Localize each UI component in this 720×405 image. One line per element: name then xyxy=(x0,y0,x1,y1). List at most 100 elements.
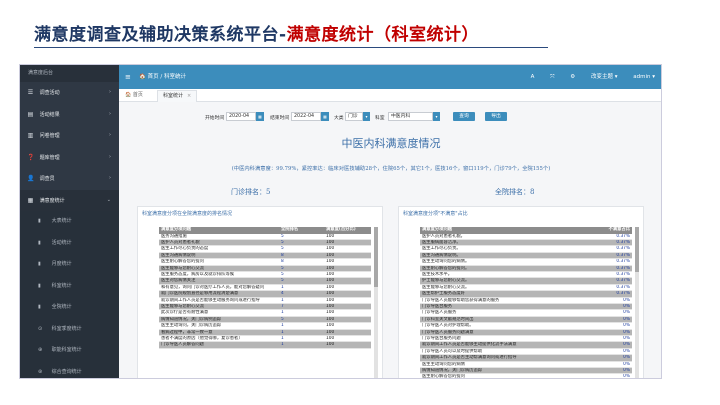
sidebar-subitem[interactable]: ▮ 全院统计 xyxy=(20,297,119,319)
menu-toggle-icon[interactable]: ≡ xyxy=(125,65,131,89)
sidebar-item-label: 题库管理 xyxy=(39,154,60,161)
sidebar-item-label: 调查活动 xyxy=(39,90,60,96)
sidebar-subitem-icon: ▮ xyxy=(38,261,41,267)
right-dissatisfaction-panel: 科室满意度分项"不满意"占比 满意度分项问题 不满意占比 医护人员对患者礼貌。 … xyxy=(398,206,644,378)
sidebar-subitem-label: 综合查询统计 xyxy=(51,368,82,375)
sidebar-item[interactable]: ▤ 活动结果 › xyxy=(20,104,119,126)
sidebar-subitem[interactable]: ▮ 活动统计 xyxy=(20,232,119,254)
sidebar-subitem-label: 活动统计 xyxy=(51,239,72,246)
sidebar: 满意度后台 ☰ 调查活动 › ▤ 活动结果 › ▥ 问卷管理 › ❓ 题库管理 … xyxy=(20,65,119,378)
type-select[interactable]: 门诊 xyxy=(345,112,363,121)
sidebar-subitem[interactable]: ⊙ 科室季度统计 xyxy=(20,318,119,340)
start-time-input[interactable]: 2020-04 xyxy=(226,112,256,121)
filter-bar: 开始时间 2020-04 ▦ 结束时间 2022-04 ▦ 大类 门诊 ▾ 科室… xyxy=(119,112,661,124)
scrollbar-thumb[interactable] xyxy=(635,227,639,272)
tab-home[interactable]: 🏠 首页 xyxy=(125,89,143,102)
tab-label: 科室统计 xyxy=(163,93,184,99)
fullscreen-icon[interactable]: ⤧ xyxy=(550,74,554,80)
sidebar-subitem-label: 全院统计 xyxy=(51,304,72,310)
query-button[interactable]: 查询 xyxy=(453,112,475,121)
sidebar-subitem-label: 大表统计 xyxy=(51,218,72,224)
sidebar-item[interactable]: ☰ 调查活动 › xyxy=(20,82,119,104)
question-cell: 医生耐心解答您的提问 xyxy=(420,373,570,378)
sidebar-item-icon: ▤ xyxy=(27,110,34,118)
topbar-icons: A ⤧ ⚙ 改变主题 ▾ admin ▾ xyxy=(517,65,655,89)
sidebar-item[interactable]: 👤 调查员 › xyxy=(20,168,119,190)
sidebar-item-icon: ❓ xyxy=(27,153,35,161)
sidebar-item[interactable]: ▦ 满意度统计 ⌄ xyxy=(20,189,119,211)
question-cell: 门诊导医人员解答问题 xyxy=(159,341,279,349)
table-row: 门诊导医人员解答问题 1 100 xyxy=(159,341,371,349)
sidebar-item-icon: ▥ xyxy=(27,132,34,139)
hospital-rank: 全院排名：8 xyxy=(495,188,535,196)
report-title: 中医内科满意度情况 xyxy=(341,137,441,150)
font-size-icon[interactable]: A xyxy=(531,74,535,80)
close-icon[interactable]: × xyxy=(187,93,191,99)
sidebar-subitem-icon: ⊕ xyxy=(38,347,43,353)
slide: 满意度调查及辅助决策系统平台-满意度统计（科室统计） 满意度后台 ☰ 调查活动 … xyxy=(0,0,720,405)
sidebar-subitem-icon: ⊙ xyxy=(38,325,43,332)
left-rank-panel: 科室满意度分项在全院满意度的排名情况 满意度分项问题 全院排名 满意度(百分比)… xyxy=(137,206,383,378)
sidebar-subitem[interactable]: ▮ 月度统计 xyxy=(20,254,119,276)
end-time-label: 结束时间 xyxy=(270,116,290,121)
sidebar-subitem-icon: ▮ xyxy=(38,239,41,246)
theme-button[interactable]: 改变主题 ▾ xyxy=(591,74,618,80)
report-summary: (中医内科满意度：99.79%，紧控率达：临床对医技辅助28个，住院65个，其它… xyxy=(231,166,551,172)
sidebar-item-label: 活动结果 xyxy=(39,111,60,118)
calendar-icon[interactable]: ▦ xyxy=(256,112,264,121)
panel-title: 科室满意度分项"不满意"占比 xyxy=(403,211,468,217)
sidebar-logo: 满意度后台 xyxy=(20,65,119,82)
panel-title: 科室满意度分项在全院满意度的排名情况 xyxy=(142,211,233,217)
dept-label: 科室 xyxy=(375,116,385,121)
scrollbar[interactable] xyxy=(374,227,378,378)
chevron-down-icon[interactable]: ▾ xyxy=(433,112,440,121)
sidebar-item-label: 问卷管理 xyxy=(39,133,60,139)
sidebar-subitem-label: 职能科室统计 xyxy=(51,347,82,353)
content: 开始时间 2020-04 ▦ 结束时间 2022-04 ▦ 大类 门诊 ▾ 科室… xyxy=(119,102,661,378)
sidebar-item-icon: 👤 xyxy=(27,175,35,182)
settings-icon[interactable]: ⚙ xyxy=(570,74,575,80)
chevron-icon: ⌄ xyxy=(106,196,111,203)
tab-bar: 🏠 首页 科室统计 × xyxy=(119,89,661,102)
sidebar-item-label: 调查员 xyxy=(39,176,55,182)
sidebar-item-label: 满意度统计 xyxy=(39,197,65,204)
export-button[interactable]: 导出 xyxy=(485,112,507,121)
slide-title: 满意度调查及辅助决策系统平台-满意度统计（科室统计） xyxy=(34,20,479,45)
sidebar-subitem-icon: ⊛ xyxy=(38,368,43,375)
tab-dept-stats[interactable]: 科室统计 × xyxy=(157,90,198,102)
sidebar-subitem[interactable]: ▮ 科室统计 xyxy=(20,275,119,297)
chevron-icon: › xyxy=(109,132,111,138)
breadcrumb: 🏠 首页 / 科室统计 xyxy=(139,74,186,80)
dept-select[interactable]: 中医内科 xyxy=(388,112,433,121)
calendar-icon[interactable]: ▦ xyxy=(321,112,329,121)
sidebar-subitem-icon: ▮ xyxy=(38,282,41,289)
scrollbar-thumb[interactable] xyxy=(374,227,378,287)
sidebar-subitem-icon: ▮ xyxy=(38,218,41,224)
outpatient-rank: 门诊排名：5 xyxy=(231,188,271,196)
chevron-down-icon[interactable]: ▾ xyxy=(363,112,370,121)
main-area: ≡ 🏠 首页 / 科室统计 A ⤧ ⚙ 改变主题 ▾ admin ▾ 🏠 首页 … xyxy=(119,65,661,378)
end-time-input[interactable]: 2022-04 xyxy=(291,112,321,121)
sidebar-subitem[interactable]: ⊛ 综合查询统计 xyxy=(20,361,119,378)
sidebar-item-icon: ☰ xyxy=(27,89,34,96)
chevron-icon: › xyxy=(109,153,111,160)
sidebar-subitem-label: 月度统计 xyxy=(51,261,72,267)
title-underline xyxy=(34,47,548,48)
slide-title-highlight: 满意度统计（科室统计） xyxy=(286,25,480,45)
user-menu[interactable]: admin ▾ xyxy=(633,74,655,80)
sidebar-subitem-label: 科室统计 xyxy=(51,282,72,289)
type-label: 大类 xyxy=(334,116,344,121)
rank-table: 满意度分项问题 全院排名 满意度(百分比) 医务沟通措施 5 100 医护人员对… xyxy=(159,227,371,349)
sidebar-subitem-icon: ▮ xyxy=(38,304,41,310)
sidebar-subitem-label: 科室季度统计 xyxy=(51,325,82,332)
rank-cell: 1 xyxy=(279,341,324,349)
scrollbar[interactable] xyxy=(635,227,639,378)
table-row: 医生耐心解答您的提问 0% xyxy=(420,373,632,378)
sidebar-item[interactable]: ❓ 题库管理 › xyxy=(20,147,119,169)
sidebar-item[interactable]: ▥ 问卷管理 › xyxy=(20,125,119,147)
dissatisfaction-table: 满意度分项问题 不满意占比 医护人员对患者礼貌。 0.37% 医生服病面容洁净。… xyxy=(420,227,632,378)
score-cell: 100 xyxy=(324,341,371,349)
sidebar-subitem[interactable]: ⊕ 职能科室统计 xyxy=(20,340,119,362)
sidebar-subitem[interactable]: ▮ 大表统计 xyxy=(20,211,119,233)
topbar: ≡ 🏠 首页 / 科室统计 A ⤧ ⚙ 改变主题 ▾ admin ▾ xyxy=(119,65,661,89)
